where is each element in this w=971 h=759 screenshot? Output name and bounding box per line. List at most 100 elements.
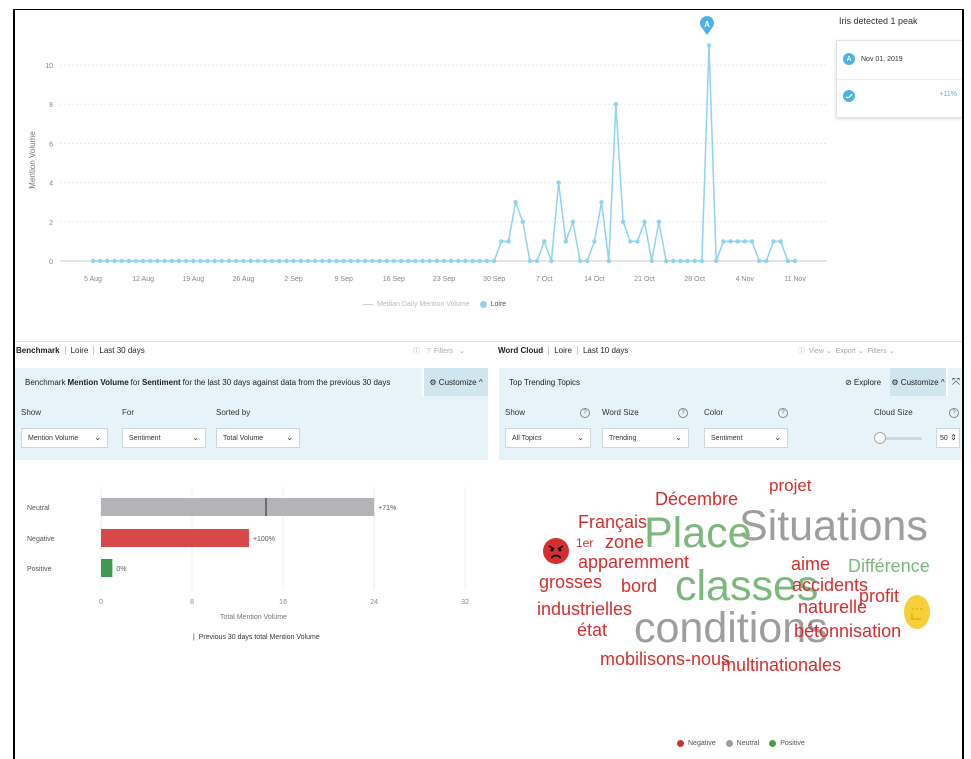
data-point[interactable] bbox=[663, 258, 669, 264]
data-point[interactable] bbox=[262, 258, 268, 264]
data-point[interactable] bbox=[570, 219, 576, 224]
peak-marker[interactable]: A bbox=[699, 16, 715, 36]
data-point[interactable] bbox=[477, 258, 483, 264]
data-point[interactable] bbox=[162, 258, 167, 264]
data-point[interactable] bbox=[133, 258, 139, 264]
data-point[interactable] bbox=[635, 239, 640, 244]
data-point[interactable] bbox=[398, 258, 404, 264]
filter-icon[interactable]: ⊤ bbox=[426, 348, 432, 355]
data-point[interactable] bbox=[599, 200, 604, 205]
expand-icon[interactable]: ⤧ bbox=[948, 368, 962, 396]
data-point[interactable] bbox=[191, 258, 196, 264]
data-point[interactable] bbox=[241, 258, 246, 264]
data-point[interactable] bbox=[534, 258, 540, 264]
data-point[interactable] bbox=[792, 258, 798, 264]
help-icon[interactable]: ? bbox=[580, 408, 590, 418]
data-point[interactable] bbox=[728, 239, 733, 244]
data-point[interactable] bbox=[642, 219, 647, 224]
word-francais[interactable]: Français bbox=[578, 513, 647, 531]
bench-bar[interactable] bbox=[101, 498, 375, 516]
data-point[interactable] bbox=[126, 258, 132, 264]
word-mobilisons-nous[interactable]: mobilisons-nous bbox=[600, 650, 730, 668]
data-point[interactable] bbox=[706, 43, 712, 48]
peak-card[interactable]: A Nov 01, 2019 +11% bbox=[836, 40, 962, 118]
data-point[interactable] bbox=[341, 258, 346, 264]
help-icon[interactable]: ? bbox=[778, 408, 788, 418]
data-point[interactable] bbox=[613, 102, 619, 107]
data-point[interactable] bbox=[90, 258, 96, 264]
data-point[interactable] bbox=[749, 239, 755, 244]
data-point[interactable] bbox=[198, 258, 203, 264]
tab-period[interactable]: Last 30 days bbox=[94, 346, 149, 355]
word-projet[interactable]: projet bbox=[769, 477, 812, 494]
data-point[interactable] bbox=[312, 258, 318, 264]
word-place[interactable]: Place bbox=[644, 512, 752, 555]
data-point[interactable] bbox=[463, 258, 468, 264]
data-point[interactable] bbox=[155, 258, 160, 264]
data-point[interactable] bbox=[692, 258, 697, 264]
data-point[interactable] bbox=[248, 258, 253, 264]
help-icon[interactable]: ? bbox=[678, 408, 688, 418]
benchmark-filters[interactable]: Filters bbox=[434, 348, 453, 355]
wordcloud-customize-button[interactable]: ⚙ Customize ^ bbox=[890, 368, 946, 396]
info-icon[interactable]: ⓘ bbox=[413, 348, 420, 355]
data-point[interactable] bbox=[305, 258, 311, 264]
data-point[interactable] bbox=[355, 258, 361, 264]
data-point[interactable] bbox=[255, 258, 260, 264]
chevron-down-icon[interactable]: ⌄ bbox=[459, 348, 465, 355]
data-point[interactable] bbox=[699, 258, 705, 264]
data-point[interactable] bbox=[420, 258, 425, 264]
data-point[interactable] bbox=[771, 239, 776, 244]
for-select[interactable]: Sentiment ⌄ bbox=[122, 428, 206, 448]
data-point[interactable] bbox=[348, 258, 354, 264]
data-point[interactable] bbox=[778, 239, 783, 244]
bench-bar[interactable] bbox=[101, 559, 113, 577]
tab-loire-wc[interactable]: Loire bbox=[549, 345, 578, 355]
data-point[interactable] bbox=[320, 258, 325, 264]
word-industrielles[interactable]: industrielles bbox=[537, 600, 632, 618]
data-point[interactable] bbox=[520, 219, 525, 224]
tab-benchmark[interactable]: Benchmark bbox=[15, 345, 66, 355]
data-point[interactable] bbox=[284, 258, 289, 264]
data-point[interactable] bbox=[721, 239, 726, 244]
data-point[interactable] bbox=[226, 258, 232, 264]
word-apparemment[interactable]: apparemment bbox=[578, 553, 689, 571]
color-select[interactable]: Sentiment ⌄ bbox=[704, 428, 788, 448]
data-point[interactable] bbox=[169, 258, 174, 264]
data-point[interactable] bbox=[484, 258, 490, 264]
word-bord[interactable]: bord bbox=[621, 577, 657, 595]
data-point[interactable] bbox=[434, 258, 440, 264]
data-point[interactable] bbox=[334, 258, 339, 264]
data-point[interactable] bbox=[527, 258, 533, 264]
word-multinationales[interactable]: multinationales bbox=[721, 656, 841, 674]
data-point[interactable] bbox=[456, 258, 461, 264]
info-icon-wc[interactable]: ⓘ bbox=[798, 348, 805, 355]
cloudsize-slider-handle[interactable] bbox=[874, 432, 886, 444]
data-point[interactable] bbox=[427, 258, 432, 264]
data-point[interactable] bbox=[499, 239, 504, 244]
data-point[interactable] bbox=[513, 200, 518, 205]
data-point[interactable] bbox=[205, 258, 210, 264]
cloudsize-stepper[interactable]: 50 ⇕ bbox=[936, 428, 960, 448]
data-point[interactable] bbox=[405, 258, 411, 264]
data-point[interactable] bbox=[441, 258, 447, 264]
data-point[interactable] bbox=[685, 258, 690, 264]
data-point[interactable] bbox=[470, 258, 475, 264]
data-point[interactable] bbox=[563, 239, 568, 244]
data-point[interactable] bbox=[756, 258, 762, 264]
data-point[interactable] bbox=[363, 258, 368, 264]
data-point[interactable] bbox=[119, 258, 124, 264]
data-point[interactable] bbox=[742, 239, 748, 244]
data-point[interactable] bbox=[212, 258, 217, 264]
tab-period-wc[interactable]: Last 10 days bbox=[578, 346, 633, 355]
word-decembre[interactable]: Décembre bbox=[655, 490, 738, 508]
data-point[interactable] bbox=[606, 258, 611, 264]
data-point[interactable] bbox=[234, 258, 239, 264]
word-betonnisation[interactable]: bétonnisation bbox=[794, 622, 901, 640]
data-point[interactable] bbox=[384, 258, 389, 264]
data-point[interactable] bbox=[549, 258, 554, 264]
data-point[interactable] bbox=[327, 258, 332, 264]
sorted-select[interactable]: Total Volume ⌄ bbox=[216, 428, 300, 448]
data-point[interactable] bbox=[714, 258, 719, 264]
wc-show-select[interactable]: All Topics ⌄ bbox=[505, 428, 591, 448]
